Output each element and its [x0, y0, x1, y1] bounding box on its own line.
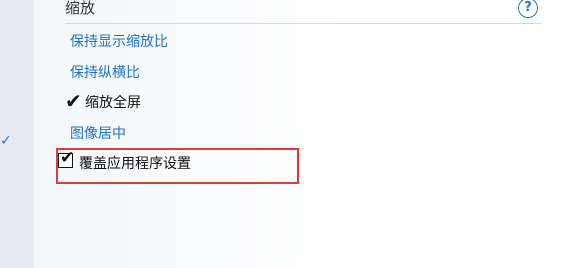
selected-check-icon: ✔	[65, 89, 82, 113]
option-keep-aspect-ratio[interactable]: 保持纵横比	[70, 63, 140, 83]
option-scale-fullscreen[interactable]: 缩放全屏	[85, 93, 141, 113]
left-sidebar-strip: ✓	[0, 0, 34, 268]
sidebar-check-icon: ✓	[0, 133, 10, 149]
scaling-settings-panel: 缩放 ? 保持显示缩放比 保持纵横比 ✔ 缩放全屏 图像居中 ✔ 覆盖应用程序设…	[34, 0, 565, 268]
red-highlight-annotation	[56, 148, 299, 184]
option-keep-display-ratio[interactable]: 保持显示缩放比	[70, 32, 168, 52]
section-title: 缩放	[65, 0, 96, 17]
help-question-icon[interactable]: ?	[518, 0, 538, 18]
option-center-image[interactable]: 图像居中	[70, 124, 126, 144]
section-divider	[65, 23, 541, 24]
